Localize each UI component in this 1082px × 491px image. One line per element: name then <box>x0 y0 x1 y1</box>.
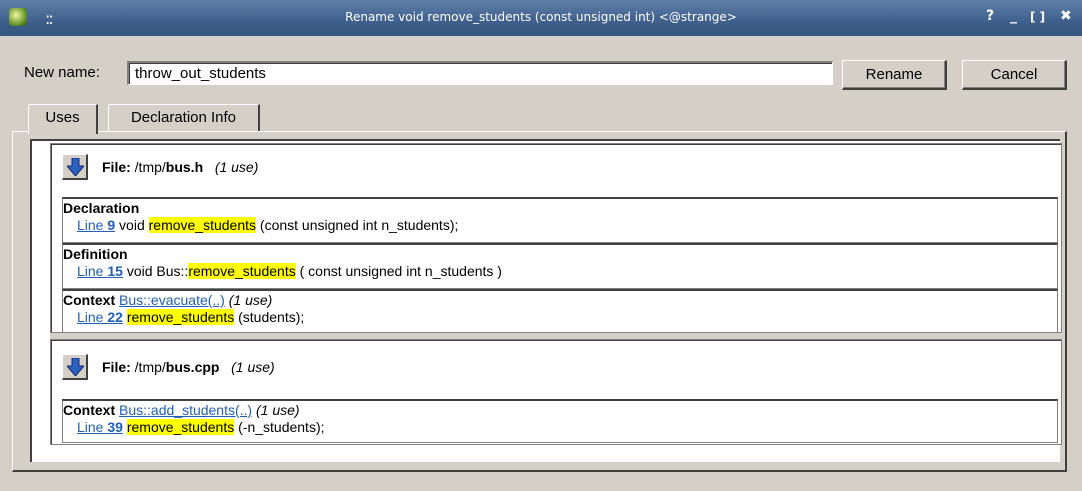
context-section: Context Bus::evacuate(..) (1 use) Line 2… <box>62 289 1058 333</box>
line-link[interactable]: Line 9 <box>77 217 115 233</box>
file-header: File: /tmp/bus.h (1 use) <box>102 159 258 175</box>
section-heading: Declaration <box>63 200 139 216</box>
usage-line: Line 22 remove_students (students); <box>77 309 304 325</box>
usage-line: Line 9 void remove_students (const unsig… <box>77 217 458 233</box>
new-name-input[interactable] <box>127 61 833 85</box>
section-heading: Context Bus::add_students(..) (1 use) <box>63 402 300 418</box>
usage-line: Line 39 remove_students (-n_students); <box>77 419 325 435</box>
symbol-highlight: remove_students <box>148 217 257 233</box>
file-name: bus.h <box>165 159 204 175</box>
symbol-highlight: remove_students <box>126 309 235 325</box>
cancel-button[interactable]: Cancel <box>962 60 1067 90</box>
section-heading: Context Bus::evacuate(..) (1 use) <box>63 292 272 308</box>
window-title: Rename void remove_students (const unsig… <box>345 10 737 24</box>
code-prefix: void Bus:: <box>126 263 189 279</box>
file-uses: (1 use) <box>231 359 275 375</box>
line-link[interactable]: Line 15 <box>77 263 123 279</box>
line-link[interactable]: Line 22 <box>77 309 123 325</box>
context-link[interactable]: Bus::add_students(..) <box>119 402 252 418</box>
new-name-label-text: New name: <box>24 64 100 81</box>
expand-file-button[interactable] <box>62 354 88 380</box>
declaration-section: Declaration Line 9 void remove_students … <box>62 197 1058 243</box>
code-prefix: void <box>119 217 149 233</box>
file-path: /tmp/ <box>134 159 166 175</box>
symbol-highlight: remove_students <box>188 263 296 279</box>
context-link[interactable]: Bus::evacuate(..) <box>119 292 225 308</box>
context-section: Context Bus::add_students(..) (1 use) Li… <box>62 399 1058 443</box>
arrow-down-icon <box>67 358 84 376</box>
close-button[interactable]: ✖ <box>1060 8 1072 24</box>
section-kind: Context <box>63 292 116 308</box>
new-name-label: New name: <box>24 64 100 81</box>
maximize-button[interactable]: [ ] <box>1030 10 1045 24</box>
code-suffix: (-n_students); <box>234 419 325 435</box>
expand-file-button[interactable] <box>62 154 88 180</box>
context-uses: (1 use) <box>255 402 300 418</box>
minimize-button[interactable]: _ <box>1010 8 1017 24</box>
arrow-down-icon <box>67 158 84 176</box>
section-heading: Definition <box>63 246 128 262</box>
tab-uses[interactable]: Uses <box>28 104 98 134</box>
file-uses: (1 use) <box>214 159 259 175</box>
file-path: /tmp/ <box>134 359 166 375</box>
section-kind: Declaration <box>63 200 140 216</box>
title-bar: :: Rename void remove_students (const un… <box>0 0 1082 36</box>
file-label: File: <box>102 359 131 375</box>
context-uses: (1 use) <box>228 292 273 308</box>
tab-declaration-info[interactable]: Declaration Info <box>108 104 260 132</box>
line-link[interactable]: Line 39 <box>77 419 123 435</box>
file-name: bus.cpp <box>165 359 220 375</box>
usage-line: Line 15 void Bus::remove_students ( cons… <box>77 263 502 279</box>
file-header: File: /tmp/bus.cpp (1 use) <box>102 359 275 375</box>
section-kind: Context <box>63 402 116 418</box>
help-button[interactable]: ? <box>986 8 994 24</box>
code-suffix: (const unsigned int n_students); <box>256 217 459 233</box>
symbol-highlight: remove_students <box>126 419 235 435</box>
code-suffix: ( const unsigned int n_students ) <box>295 263 502 279</box>
definition-section: Definition Line 15 void Bus::remove_stud… <box>62 243 1058 289</box>
code-suffix: (students); <box>234 309 305 325</box>
section-kind: Definition <box>63 246 128 262</box>
file-label: File: <box>102 159 131 175</box>
rename-button[interactable]: Rename <box>842 60 947 90</box>
